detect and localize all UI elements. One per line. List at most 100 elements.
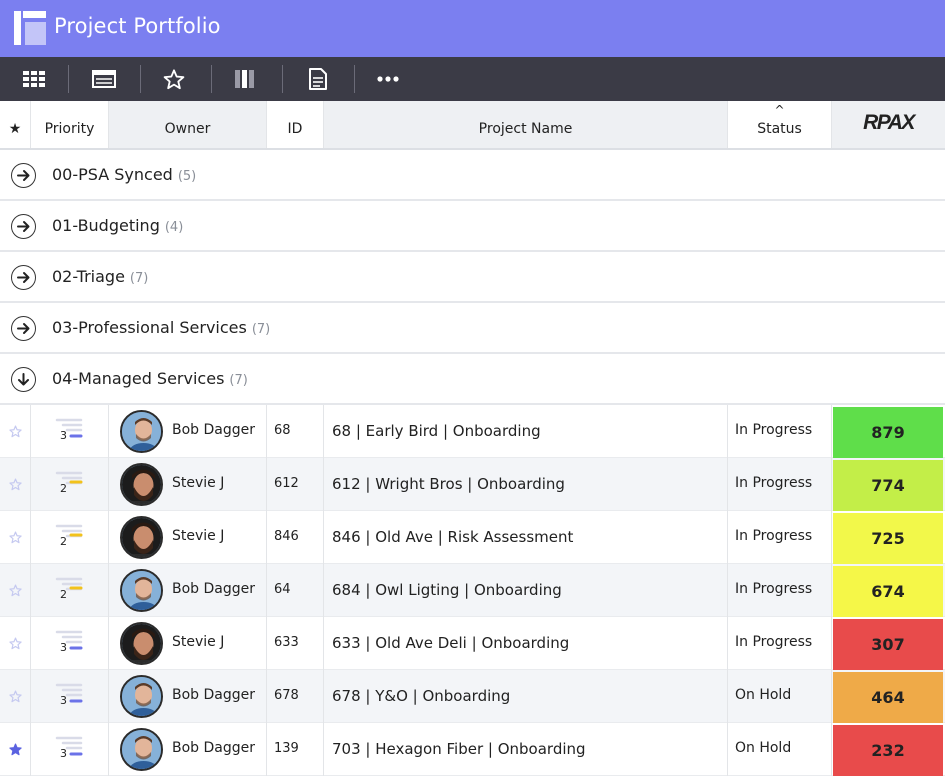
expand-arrow-icon[interactable] bbox=[11, 316, 36, 341]
priority-value: 3 bbox=[60, 641, 67, 654]
owner-cell[interactable]: Bob Dagger bbox=[109, 723, 267, 776]
group-label: 04-Managed Services (7) bbox=[52, 369, 248, 388]
toolbar bbox=[0, 57, 945, 101]
group-row[interactable]: 01-Budgeting (4) bbox=[0, 201, 945, 252]
project-name-cell[interactable]: 68 | Early Bird | Onboarding bbox=[324, 405, 728, 458]
header-owner[interactable]: Owner bbox=[109, 101, 267, 148]
group-row[interactable]: 04-Managed Services (7) bbox=[0, 354, 945, 405]
rpax-score-cell: 879 bbox=[833, 407, 943, 458]
document-button[interactable] bbox=[298, 64, 338, 94]
priority-cell[interactable]: 2 bbox=[31, 511, 109, 564]
star-outline-icon[interactable] bbox=[0, 405, 31, 458]
project-name-cell[interactable]: 846 | Old Ave | Risk Assessment bbox=[324, 511, 728, 564]
avatar bbox=[120, 569, 163, 612]
collapse-arrow-icon[interactable] bbox=[11, 367, 36, 392]
priority-cell[interactable]: 3 bbox=[31, 670, 109, 723]
table-view-button[interactable] bbox=[84, 64, 124, 94]
owner-name: Stevie J bbox=[172, 528, 225, 544]
more-icon bbox=[377, 76, 399, 82]
group-count: (5) bbox=[177, 169, 197, 184]
group-name: 00-PSA Synced bbox=[52, 165, 173, 184]
project-name-cell[interactable]: 612 | Wright Bros | Onboarding bbox=[324, 458, 728, 511]
table-row[interactable]: 3 Stevie J 633 633 | Old Ave Deli | Onboard… bbox=[0, 617, 945, 670]
toolbar-divider bbox=[282, 65, 283, 93]
title-bar: Project Portfolio bbox=[0, 0, 945, 57]
status-cell[interactable]: In Progress bbox=[728, 617, 832, 670]
table-row[interactable]: 3 Bob Dagger 139 703 | Hexagon Fiber | Onbo… bbox=[0, 723, 945, 776]
avatar bbox=[120, 410, 163, 453]
star-outline-icon[interactable] bbox=[0, 617, 31, 670]
star-filled-icon[interactable] bbox=[0, 723, 31, 776]
group-count: (4) bbox=[164, 220, 184, 235]
owner-name: Bob Dagger bbox=[172, 740, 256, 756]
priority-cell[interactable]: 2 bbox=[31, 564, 109, 617]
star-outline-icon[interactable] bbox=[0, 458, 31, 511]
priority-cell[interactable]: 3 bbox=[31, 405, 109, 458]
status-cell[interactable]: In Progress bbox=[728, 564, 832, 617]
header-star[interactable]: ★ bbox=[0, 101, 31, 148]
priority-value: 3 bbox=[60, 429, 67, 442]
project-name-cell[interactable]: 633 | Old Ave Deli | Onboarding bbox=[324, 617, 728, 670]
status-cell[interactable]: On Hold bbox=[728, 723, 832, 776]
table-row[interactable]: 3 Bob Dagger 68 68 | Early Bird | Onboardin… bbox=[0, 405, 945, 458]
sort-ascending-icon: ^ bbox=[774, 103, 785, 117]
project-name-cell[interactable]: 678 | Y&O | Onboarding bbox=[324, 670, 728, 723]
status-cell[interactable]: In Progress bbox=[728, 405, 832, 458]
status-cell[interactable]: In Progress bbox=[728, 458, 832, 511]
group-label: 01-Budgeting (4) bbox=[52, 216, 183, 235]
group-name: 02-Triage bbox=[52, 267, 125, 286]
star-outline-icon[interactable] bbox=[0, 511, 31, 564]
id-cell: 846 bbox=[267, 511, 324, 564]
priority-cell[interactable]: 3 bbox=[31, 723, 109, 776]
owner-name: Bob Dagger bbox=[172, 581, 256, 597]
rpax-score-cell: 725 bbox=[833, 513, 943, 564]
id-cell: 612 bbox=[267, 458, 324, 511]
star-outline-icon[interactable] bbox=[0, 564, 31, 617]
owner-cell[interactable]: Stevie J bbox=[109, 511, 267, 564]
project-name-cell[interactable]: 684 | Owl Ligting | Onboarding bbox=[324, 564, 728, 617]
avatar bbox=[120, 675, 163, 718]
star-outline-icon[interactable] bbox=[0, 670, 31, 723]
status-cell[interactable]: In Progress bbox=[728, 511, 832, 564]
group-count: (7) bbox=[129, 271, 149, 286]
grid-view-button[interactable] bbox=[14, 64, 54, 94]
table-row[interactable]: 2 Bob Dagger 64 684 | Owl Ligting | Onboard… bbox=[0, 564, 945, 617]
more-options-button[interactable] bbox=[368, 64, 408, 94]
header-id[interactable]: ID bbox=[267, 101, 324, 148]
group-label: 03-Professional Services (7) bbox=[52, 318, 270, 337]
group-label: 02-Triage (7) bbox=[52, 267, 148, 286]
project-name-cell[interactable]: 703 | Hexagon Fiber | Onboarding bbox=[324, 723, 728, 776]
toolbar-divider bbox=[68, 65, 69, 93]
table-row[interactable]: 3 Bob Dagger 678 678 | Y&O | Onboarding On H… bbox=[0, 670, 945, 723]
priority-cell[interactable]: 2 bbox=[31, 458, 109, 511]
group-row[interactable]: 03-Professional Services (7) bbox=[0, 303, 945, 354]
rpax-score-cell: 774 bbox=[833, 460, 943, 511]
status-cell[interactable]: On Hold bbox=[728, 670, 832, 723]
owner-cell[interactable]: Stevie J bbox=[109, 458, 267, 511]
expand-arrow-icon[interactable] bbox=[11, 163, 36, 188]
owner-cell[interactable]: Bob Dagger bbox=[109, 564, 267, 617]
table-row[interactable]: 2 Stevie J 846 846 | Old Ave | Risk Assessm… bbox=[0, 511, 945, 564]
header-project-name[interactable]: Project Name bbox=[324, 101, 728, 148]
owner-cell[interactable]: Bob Dagger bbox=[109, 405, 267, 458]
group-name: 01-Budgeting bbox=[52, 216, 160, 235]
header-status[interactable]: ^ Status bbox=[728, 101, 832, 148]
expand-arrow-icon[interactable] bbox=[11, 265, 36, 290]
toolbar-divider bbox=[140, 65, 141, 93]
avatar bbox=[120, 516, 163, 559]
owner-cell[interactable]: Stevie J bbox=[109, 617, 267, 670]
group-count: (7) bbox=[229, 373, 248, 388]
owner-cell[interactable]: Bob Dagger bbox=[109, 670, 267, 723]
owner-name: Bob Dagger bbox=[172, 422, 256, 438]
group-row[interactable]: 00-PSA Synced (5) bbox=[0, 150, 945, 201]
priority-cell[interactable]: 3 bbox=[31, 617, 109, 670]
favorites-button[interactable] bbox=[154, 64, 194, 94]
grid-view-icon bbox=[23, 71, 45, 87]
expand-arrow-icon[interactable] bbox=[11, 214, 36, 239]
table-row[interactable]: 2 Stevie J 612 612 | Wright Bros | Onboardi… bbox=[0, 458, 945, 511]
columns-button[interactable] bbox=[225, 64, 265, 94]
header-score[interactable]: RPAX bbox=[832, 101, 945, 148]
header-priority[interactable]: Priority bbox=[31, 101, 109, 148]
group-row[interactable]: 02-Triage (7) bbox=[0, 252, 945, 303]
column-header: ★ Priority Owner ID Project Name ^ Statu… bbox=[0, 101, 945, 150]
